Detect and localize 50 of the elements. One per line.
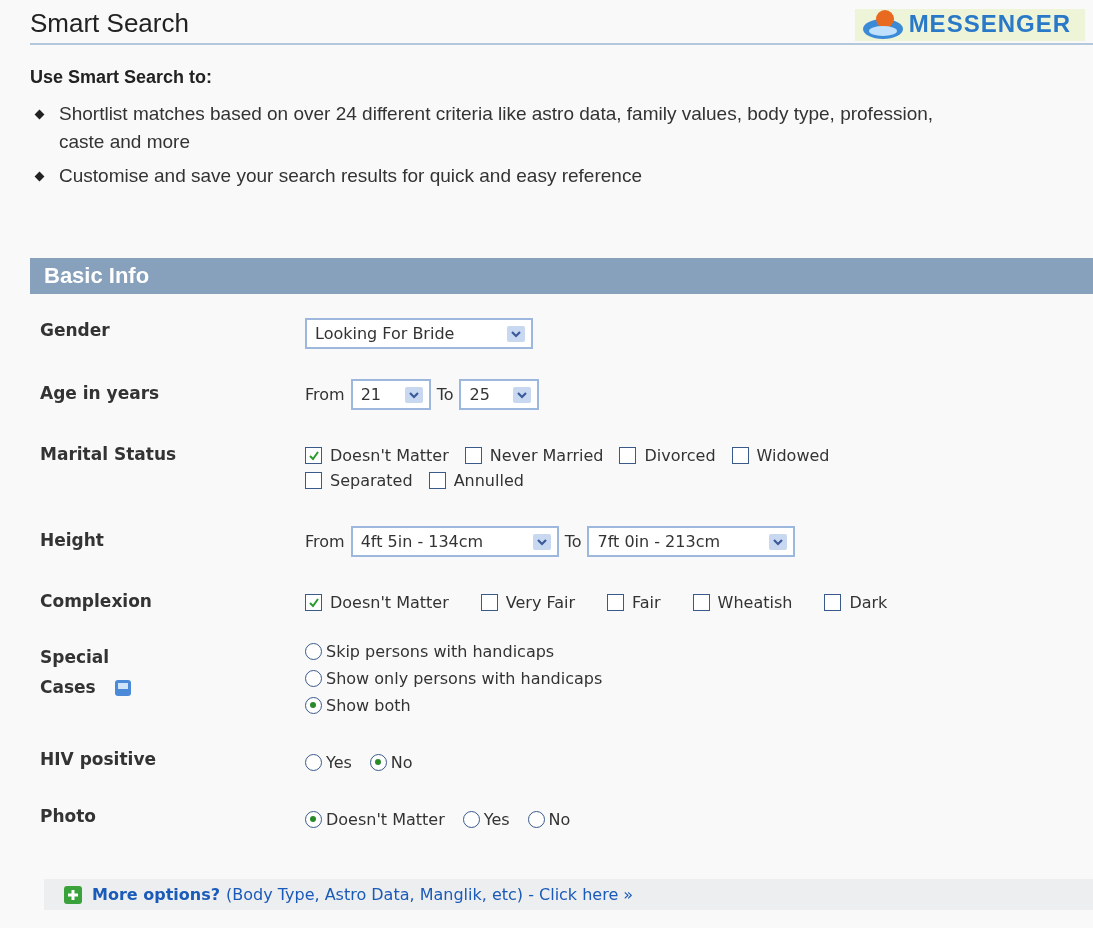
field-label: Complexion [40, 591, 152, 611]
radio-button[interactable]: No [369, 753, 413, 772]
radio-button[interactable]: Show only persons with handicaps [305, 669, 603, 688]
checkbox[interactable]: Fair [607, 593, 661, 612]
more-options-link[interactable]: More options? [92, 885, 220, 904]
checkbox[interactable]: Wheatish [692, 593, 793, 612]
checkbox[interactable]: Doesn't Matter [305, 446, 449, 465]
range-label: From [305, 532, 345, 551]
checkbox[interactable]: Never Married [464, 446, 604, 465]
check-icon [307, 597, 320, 608]
logo-text: MESSENGER [908, 10, 1071, 38]
range-label: To [436, 385, 454, 404]
checkbox[interactable]: Very Fair [480, 593, 575, 612]
checkbox[interactable]: Divorced [619, 446, 716, 465]
bullet-text: Shortlist matches based on over 24 different criteria like astro data, family values, body type, profession, caste and more [59, 102, 935, 154]
dropdown[interactable]: Looking For Bride [305, 318, 533, 349]
page-title: Smart Search [30, 8, 189, 40]
more-options-text[interactable]: (Body Type, Astro Data, Manglik, etc) - Click here » [226, 885, 634, 904]
plus-icon [64, 885, 82, 904]
section-header: Basic Info [30, 258, 1093, 294]
bullet-icon [34, 109, 45, 120]
intro-heading: Use Smart Search to: [30, 67, 214, 88]
range-label: From [305, 385, 345, 404]
radio-button[interactable]: No [527, 810, 571, 829]
dropdown[interactable]: 7ft 0in - 213cm [587, 526, 796, 557]
field-label: Photo [40, 806, 97, 826]
range-label: To [564, 532, 582, 551]
radio-button[interactable]: Yes [462, 810, 510, 829]
checkbox[interactable]: Annulled [428, 471, 524, 490]
field-label: Marital Status [40, 444, 177, 464]
globe-icon [860, 9, 905, 39]
checkbox[interactable]: Dark [824, 593, 888, 612]
radio-button[interactable]: Skip persons with handicaps [305, 642, 555, 661]
bullet-icon [34, 171, 45, 182]
field-label: Age in years [40, 383, 160, 403]
checkbox[interactable]: Doesn't Matter [305, 593, 449, 612]
radio-button[interactable]: Doesn't Matter [305, 810, 445, 829]
dropdown[interactable]: 25 [459, 379, 540, 410]
checkbox[interactable]: Widowed [731, 446, 830, 465]
field-label: Height [40, 530, 104, 550]
checkbox[interactable]: Separated [305, 471, 413, 490]
field-label: Gender [40, 320, 110, 340]
radio-button[interactable]: Show both [305, 696, 411, 715]
field-label: Special Cases [40, 646, 110, 699]
check-icon [307, 450, 320, 461]
field-label: HIV positive [40, 749, 156, 769]
dropdown[interactable]: 4ft 5in - 134cm [350, 526, 559, 557]
dropdown[interactable]: 21 [350, 379, 431, 410]
radio-button[interactable]: Yes [305, 753, 352, 772]
bullet-text: Customise and save your search results for quick and easy reference [59, 164, 642, 188]
